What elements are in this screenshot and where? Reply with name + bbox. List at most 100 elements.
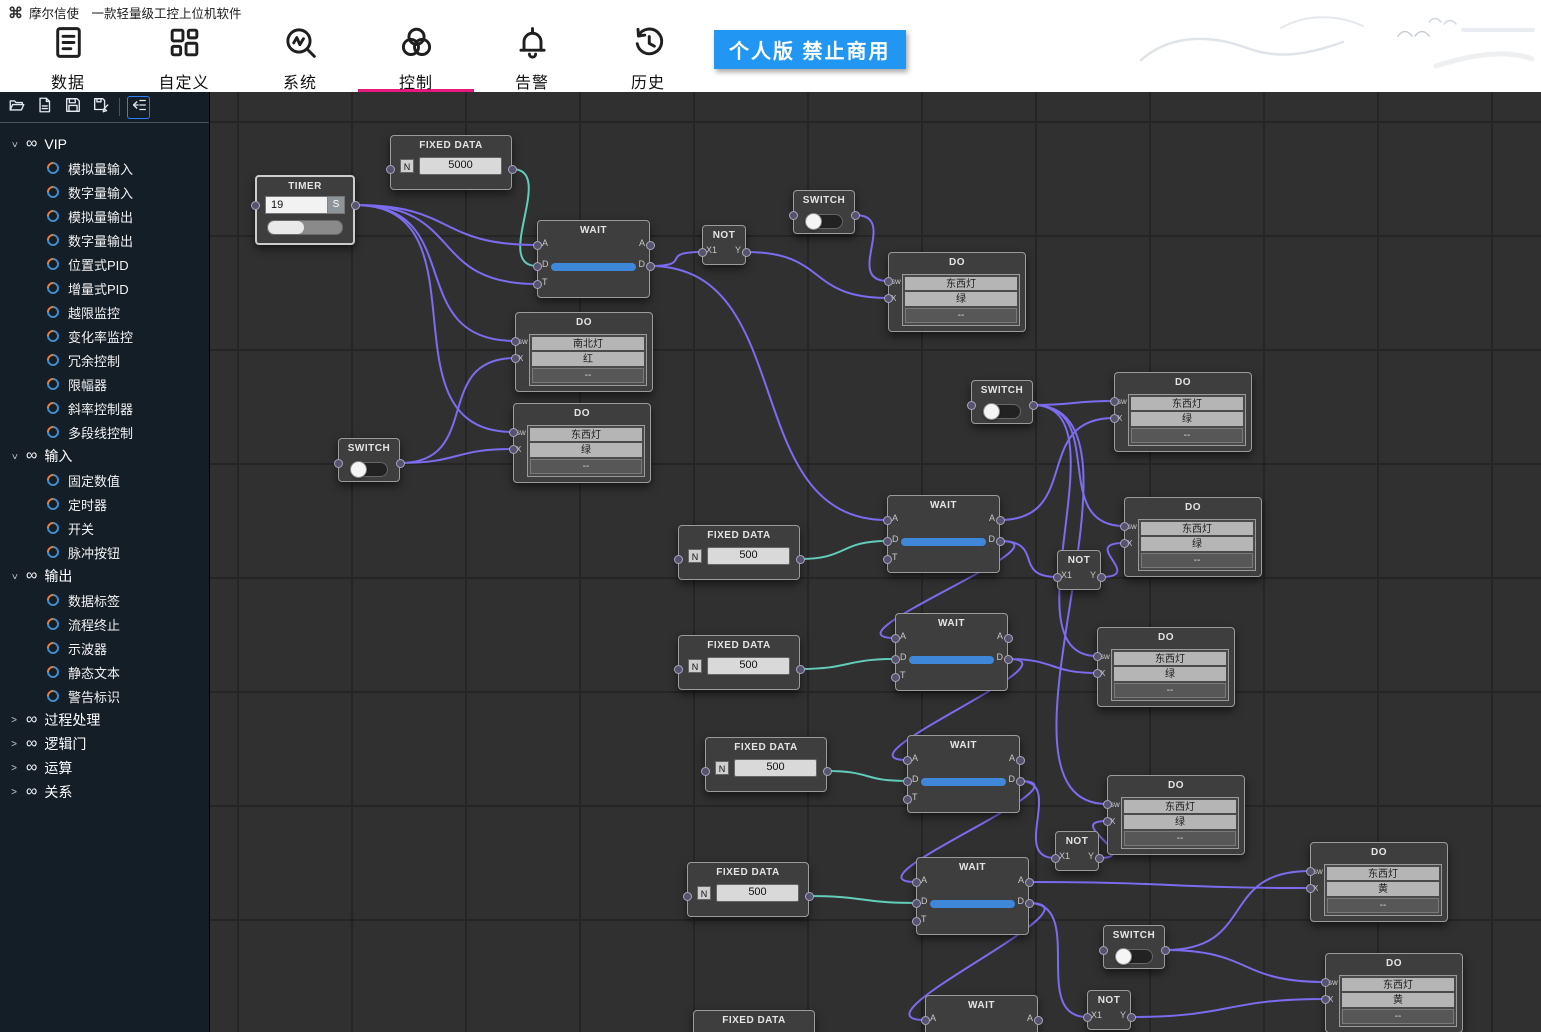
tree-item[interactable]: 冗余控制 — [0, 348, 209, 372]
tree-item[interactable]: 数字量输入 — [0, 180, 209, 204]
tree-item[interactable]: 固定数值 — [0, 468, 209, 492]
fixed-data-value[interactable]: 500 — [707, 547, 790, 565]
port-switch4-L0[interactable] — [1099, 946, 1108, 955]
port-do1-L0[interactable] — [884, 277, 893, 286]
port-wait2-L1[interactable] — [883, 537, 892, 546]
port-wait4-R0[interactable] — [1016, 756, 1025, 765]
tree-item[interactable]: 多段线控制 — [0, 420, 209, 444]
tree-item[interactable]: 定时器 — [0, 492, 209, 516]
port-wait4-L1[interactable] — [903, 777, 912, 786]
port-switch1-R0[interactable] — [851, 211, 860, 220]
tree-item[interactable]: 数据标签 — [0, 588, 209, 612]
port-switch1-L0[interactable] — [789, 211, 798, 220]
port-fd3-R0[interactable] — [796, 665, 805, 674]
port-timer1-R0[interactable] — [351, 201, 360, 210]
tree-item[interactable]: 变化率监控 — [0, 324, 209, 348]
timer-unit-button[interactable]: S — [327, 197, 344, 213]
timer-value[interactable]: 19 — [266, 197, 327, 213]
tab-alarm[interactable]: 告警 — [474, 22, 590, 92]
port-wait1-L1[interactable] — [533, 262, 542, 271]
port-do6-L1[interactable] — [1093, 669, 1102, 678]
port-do9-L1[interactable] — [1321, 995, 1330, 1004]
port-wait1-R1[interactable] — [646, 262, 655, 271]
tree-item[interactable]: 流程终止 — [0, 612, 209, 636]
tab-system[interactable]: 系统 — [242, 22, 358, 92]
tree-group-VIP[interactable]: >∞VIP — [0, 132, 209, 156]
switch-toggle[interactable] — [983, 404, 1021, 419]
tab-custom[interactable]: 自定义 — [126, 22, 242, 92]
port-not2-L0[interactable] — [1053, 573, 1062, 582]
port-wait3-R0[interactable] — [1004, 634, 1013, 643]
node-timer1[interactable]: TIMER19S — [255, 175, 355, 245]
port-do5-L0[interactable] — [1120, 522, 1129, 531]
node-do9[interactable]: DOswX东西灯黄-- — [1325, 953, 1463, 1032]
node-do5[interactable]: DOswX东西灯绿-- — [1124, 497, 1262, 577]
fixed-data-value[interactable]: 5000 — [419, 157, 502, 175]
port-switch2-L0[interactable] — [334, 459, 343, 468]
port-not3-R0[interactable] — [1095, 854, 1104, 863]
port-wait3-R1[interactable] — [1004, 655, 1013, 664]
port-wait3-L1[interactable] — [891, 655, 900, 664]
fixed-data-value[interactable]: 500 — [734, 759, 817, 777]
port-fd2-R0[interactable] — [796, 555, 805, 564]
switch-knob[interactable] — [805, 213, 822, 230]
tab-control[interactable]: 控制 — [358, 22, 474, 92]
port-not1-R0[interactable] — [742, 248, 751, 257]
tree-item[interactable]: 开关 — [0, 516, 209, 540]
tree-group-过程处理[interactable]: >∞过程处理 — [0, 708, 209, 732]
node-do7[interactable]: DOswX东西灯绿-- — [1107, 775, 1245, 855]
node-wait3[interactable]: WAITADTAD — [895, 613, 1008, 691]
node-do4[interactable]: DOswX东西灯绿-- — [1114, 372, 1252, 452]
port-do7-L0[interactable] — [1103, 800, 1112, 809]
port-wait4-L0[interactable] — [903, 756, 912, 765]
port-switch4-R0[interactable] — [1161, 946, 1170, 955]
export-button[interactable] — [33, 96, 56, 119]
node-fd5[interactable]: FIXED DATAN500 — [687, 862, 809, 917]
port-do4-L0[interactable] — [1110, 397, 1119, 406]
port-fd3-L0[interactable] — [674, 665, 683, 674]
port-wait6-L0[interactable] — [921, 1016, 930, 1025]
node-switch4[interactable]: SWITCH — [1103, 925, 1165, 969]
port-fd4-R0[interactable] — [823, 767, 832, 776]
port-not4-R0[interactable] — [1127, 1013, 1136, 1022]
tree-item[interactable]: 越限监控 — [0, 300, 209, 324]
switch-knob[interactable] — [1115, 948, 1132, 965]
switch-toggle[interactable] — [1115, 949, 1153, 964]
port-fd5-R0[interactable] — [805, 892, 814, 901]
fixed-data-value[interactable]: 500 — [716, 884, 799, 902]
switch-knob[interactable] — [350, 461, 367, 478]
port-do2-L0[interactable] — [511, 337, 520, 346]
tab-history[interactable]: 历史 — [590, 22, 706, 92]
tree-item[interactable]: 警告标识 — [0, 684, 209, 708]
port-not1-L0[interactable] — [698, 248, 707, 257]
save-as-button[interactable] — [89, 96, 112, 119]
port-fd4-L0[interactable] — [701, 767, 710, 776]
flow-canvas[interactable]: TIMER19S FIXED DATAN5000 WAITADTAD NOTX1Y SW… — [210, 92, 1541, 1032]
tree-group-输出[interactable]: >∞输出 — [0, 564, 209, 588]
port-do3-L1[interactable] — [509, 445, 518, 454]
port-not3-L0[interactable] — [1051, 854, 1060, 863]
tree-item[interactable]: 位置式PID — [0, 252, 209, 276]
node-do2[interactable]: DOswX南北灯红-- — [515, 312, 653, 392]
port-not4-L0[interactable] — [1083, 1013, 1092, 1022]
save-button[interactable] — [61, 96, 84, 119]
tree-item[interactable]: 示波器 — [0, 636, 209, 660]
port-do9-L0[interactable] — [1321, 978, 1330, 987]
port-wait5-L2[interactable] — [912, 917, 921, 926]
port-wait4-L2[interactable] — [903, 795, 912, 804]
port-wait6-R0[interactable] — [1034, 1016, 1043, 1025]
port-fd2-L0[interactable] — [674, 555, 683, 564]
port-wait4-R1[interactable] — [1016, 777, 1025, 786]
open-button[interactable] — [5, 96, 28, 119]
port-switch2-R0[interactable] — [396, 459, 405, 468]
tree-group-关系[interactable]: >∞关系 — [0, 780, 209, 804]
port-not2-R0[interactable] — [1097, 573, 1106, 582]
node-not3[interactable]: NOTX1Y — [1055, 831, 1099, 871]
node-do1[interactable]: DOswX东西灯绿-- — [888, 252, 1026, 332]
tab-data[interactable]: 数据 — [10, 22, 126, 92]
tree-item[interactable]: 数字量输出 — [0, 228, 209, 252]
port-do8-L0[interactable] — [1306, 867, 1315, 876]
port-do6-L0[interactable] — [1093, 652, 1102, 661]
node-fd1[interactable]: FIXED DATAN5000 — [390, 135, 512, 190]
port-wait3-L0[interactable] — [891, 634, 900, 643]
